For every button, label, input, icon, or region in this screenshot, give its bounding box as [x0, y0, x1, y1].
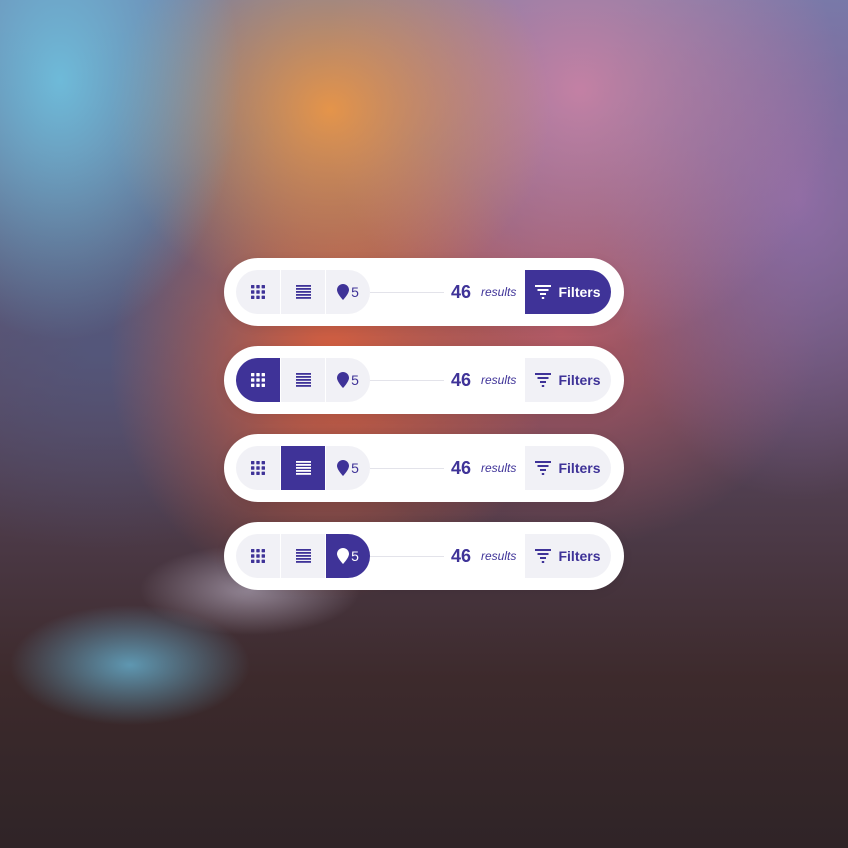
pin-count: 5 — [351, 548, 359, 564]
divider — [370, 379, 444, 381]
results-count: 46 — [451, 546, 472, 566]
grid-view-button[interactable] — [236, 358, 280, 402]
filters-label: Filters — [558, 372, 601, 388]
pin-count: 5 — [351, 284, 359, 300]
filters-button[interactable]: Filters — [525, 270, 611, 314]
filter-icon — [535, 285, 552, 299]
results-toolbar: 5 46 results Filters — [224, 258, 624, 326]
filters-button[interactable]: Filters — [525, 534, 611, 578]
results-toolbar: 5 46 results Filters — [224, 522, 624, 590]
pin-count: 5 — [351, 460, 359, 476]
grid-view-icon — [251, 549, 265, 563]
map-view-button[interactable]: 5 — [326, 534, 370, 578]
grid-view-button[interactable] — [236, 534, 280, 578]
grid-view-icon — [251, 461, 265, 475]
list-view-button[interactable] — [281, 446, 325, 490]
filters-label: Filters — [558, 548, 601, 564]
results-toolbar: 5 46 results Filters — [224, 346, 624, 414]
list-view-button[interactable] — [281, 270, 325, 314]
list-view-icon — [295, 285, 311, 299]
filters-button[interactable]: Filters — [525, 446, 611, 490]
list-view-button[interactable] — [281, 534, 325, 578]
filter-icon — [535, 461, 552, 475]
map-pin-icon — [337, 460, 350, 476]
divider — [370, 291, 444, 293]
list-view-icon — [295, 373, 311, 387]
grid-view-icon — [251, 285, 265, 299]
results-label: results — [481, 461, 517, 475]
map-view-button[interactable]: 5 — [326, 270, 370, 314]
grid-view-button[interactable] — [236, 270, 280, 314]
results-count: 46 — [451, 370, 472, 390]
map-view-button[interactable]: 5 — [326, 446, 370, 490]
results-count: 46 — [451, 458, 472, 478]
filters-label: Filters — [558, 460, 601, 476]
map-pin-icon — [337, 372, 350, 388]
map-view-button[interactable]: 5 — [326, 358, 370, 402]
divider — [370, 467, 444, 469]
filter-icon — [535, 373, 552, 387]
filters-label: Filters — [558, 284, 601, 300]
grid-view-icon — [251, 373, 265, 387]
results-label: results — [481, 549, 517, 563]
map-pin-icon — [337, 284, 350, 300]
results-label: results — [481, 285, 517, 299]
list-view-icon — [295, 549, 311, 563]
list-view-icon — [295, 461, 311, 475]
list-view-button[interactable] — [281, 358, 325, 402]
results-toolbar: 5 46 results Filters — [224, 434, 624, 502]
results-label: results — [481, 373, 517, 387]
filter-icon — [535, 549, 552, 563]
divider — [370, 555, 444, 557]
grid-view-button[interactable] — [236, 446, 280, 490]
results-count: 46 — [451, 282, 472, 302]
pin-count: 5 — [351, 372, 359, 388]
toolbar-stack: 5 46 results Filters 5 46 results Filter… — [224, 258, 624, 610]
map-pin-icon — [337, 548, 350, 564]
filters-button[interactable]: Filters — [525, 358, 611, 402]
